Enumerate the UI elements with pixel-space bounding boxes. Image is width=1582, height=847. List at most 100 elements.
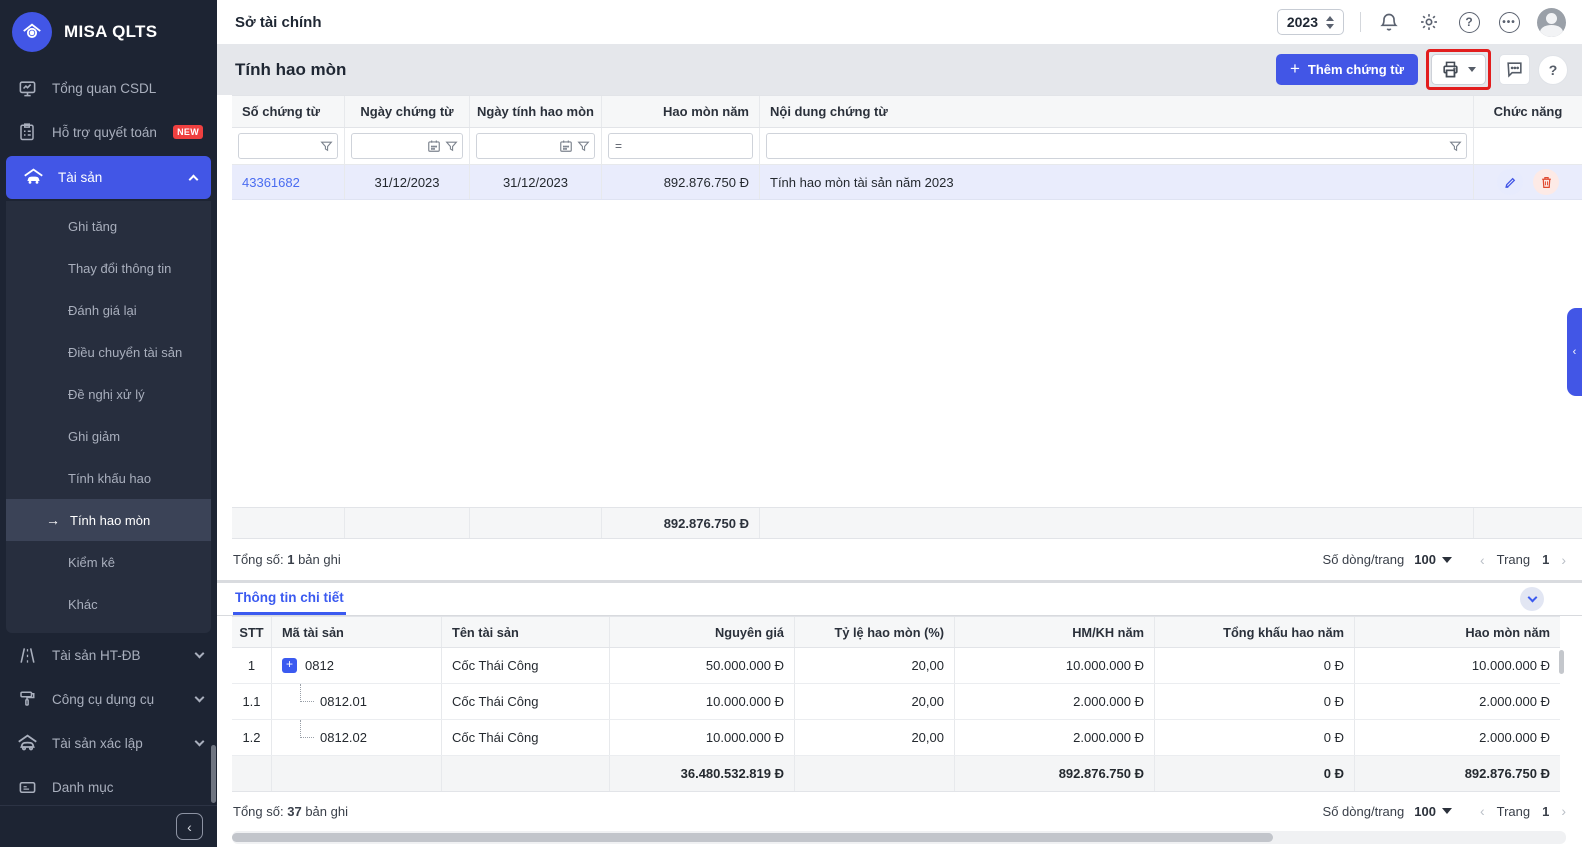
road-icon <box>16 646 38 665</box>
horizontal-scrollbar[interactable] <box>232 831 1566 844</box>
voucher-summary-row: 892.876.750 Đ <box>232 507 1582 539</box>
submenu-item-tinh-khau-hao[interactable]: Tính khấu hao <box>6 457 211 499</box>
expand-plus-icon[interactable]: + <box>282 658 297 673</box>
col-header[interactable]: Ngày chứng từ <box>345 96 470 127</box>
bell-icon <box>1380 13 1398 31</box>
main-content: Sở tài chính 2023 ? ••• Tính hao mòn + T… <box>217 0 1582 847</box>
help-button[interactable]: ? <box>1457 10 1481 34</box>
total-label: Tổng số: <box>233 552 284 567</box>
filter-hao-mon-nam-input[interactable] <box>630 139 748 153</box>
submenu-item-ghi-giam[interactable]: Ghi giảm <box>6 415 211 457</box>
print-dropdown-caret-icon[interactable] <box>1468 67 1476 72</box>
funnel-icon[interactable] <box>445 140 458 153</box>
sidebar-item-label: Công cụ dụng cụ <box>52 691 155 707</box>
col-header[interactable]: Ngày tính hao mòn <box>470 96 602 127</box>
scrollbar-thumb[interactable] <box>232 833 1273 842</box>
submenu-item-thay-doi-thong-tin[interactable]: Thay đổi thông tin <box>6 247 211 289</box>
sidebar-item-tai-san[interactable]: Tài sản <box>6 156 211 199</box>
submenu-item-dieu-chuyen-tai-san[interactable]: Điều chuyển tài sản <box>6 331 211 373</box>
detail-table-header: STT Mã tài sản Tên tài sản Nguyên giá Tỷ… <box>232 616 1560 648</box>
submenu-item-ghi-tang[interactable]: Ghi tăng <box>6 205 211 247</box>
sidebar-item-cong-cu-dung-cu[interactable]: Công cụ dụng cụ <box>0 677 217 721</box>
chevron-down-icon <box>1527 592 1537 603</box>
sidebar-item-label: Tài sản xác lập <box>52 735 143 751</box>
filter-ngay-chung-tu-input[interactable] <box>358 139 423 153</box>
filter-ngay-tinh-hao-mon-input[interactable] <box>483 139 555 153</box>
sidebar-item-tong-quan-csdl[interactable]: Tổng quan CSDL <box>0 66 217 110</box>
col-header[interactable]: Số chứng từ <box>232 96 345 127</box>
submenu-item-tinh-hao-mon-active[interactable]: → Tính hao mòn <box>6 499 211 541</box>
sidebar-item-ho-tro-quyet-toan[interactable]: Hỗ trợ quyết toán NEW <box>0 110 217 154</box>
funnel-icon[interactable] <box>1449 140 1462 153</box>
user-avatar[interactable] <box>1537 7 1566 37</box>
col-header[interactable]: Tên tài sản <box>442 617 610 647</box>
misa-logo-icon <box>12 12 52 52</box>
col-header[interactable]: Hao mòn năm <box>602 96 760 127</box>
page-help-button[interactable]: ? <box>1538 54 1568 85</box>
add-voucher-button[interactable]: + Thêm chứng từ <box>1275 54 1418 85</box>
filter-noi-dung-input[interactable] <box>773 139 1445 153</box>
sidebar-item-label: Tổng quan CSDL <box>52 80 157 96</box>
trash-icon <box>1541 176 1551 188</box>
funnel-icon[interactable] <box>320 140 333 153</box>
sidebar-scrollbar[interactable] <box>211 745 216 803</box>
asset-submenu: Ghi tăng Thay đổi thông tin Đánh giá lại… <box>6 201 211 633</box>
annotation-highlight-box <box>1426 49 1491 90</box>
col-header[interactable]: Mã tài sản <box>272 617 442 647</box>
prev-page-button[interactable]: ‹ <box>1480 552 1485 568</box>
calendar-icon[interactable] <box>559 139 573 153</box>
detail-collapse-button[interactable] <box>1520 587 1544 611</box>
filter-hao-mon-nam: = <box>608 133 753 159</box>
year-selector[interactable]: 2023 <box>1276 9 1344 35</box>
sidebar-item-danh-muc[interactable]: Danh mục <box>0 765 217 809</box>
print-split-button[interactable] <box>1431 54 1486 85</box>
feedback-button[interactable] <box>1499 54 1530 85</box>
sidebar-item-tai-san-ht-db[interactable]: Tài sản HT-ĐB <box>0 633 217 677</box>
total-tong-khau-hao: 0 Đ <box>1155 756 1355 791</box>
voucher-row-selected[interactable]: 43361682 31/12/2023 31/12/2023 892.876.7… <box>232 165 1582 200</box>
submenu-item-danh-gia-lai[interactable]: Đánh giá lại <box>6 289 211 331</box>
sidebar-collapse-button[interactable]: ‹ <box>176 813 203 840</box>
notifications-button[interactable] <box>1377 10 1401 34</box>
delete-button[interactable] <box>1533 169 1559 195</box>
voucher-table-header: Số chứng từ Ngày chứng từ Ngày tính hao … <box>232 95 1582 128</box>
calendar-icon[interactable] <box>427 139 441 153</box>
submenu-item-khac[interactable]: Khác <box>6 583 211 625</box>
filter-so-chung-tu-input[interactable] <box>245 139 316 153</box>
col-header[interactable]: Nội dung chứng từ <box>760 96 1474 127</box>
col-header[interactable]: STT <box>232 617 272 647</box>
detail-row[interactable]: 1.1 0812.01 Cốc Thái Công 10.000.000 Đ 2… <box>232 684 1560 720</box>
year-spinner-icon[interactable] <box>1326 15 1334 29</box>
settings-button[interactable] <box>1417 10 1441 34</box>
next-page-button[interactable]: › <box>1561 552 1566 568</box>
equals-operator[interactable]: = <box>615 139 626 153</box>
records-suffix: bản ghi <box>298 552 341 567</box>
prev-page-button[interactable]: ‹ <box>1480 803 1485 819</box>
current-page: 1 <box>1542 552 1550 567</box>
per-page-select[interactable]: 100 <box>1414 804 1452 819</box>
col-header[interactable]: HM/KH năm <box>955 617 1155 647</box>
side-panel-toggle[interactable]: ‹ <box>1567 308 1582 396</box>
detail-vertical-scrollbar[interactable] <box>1559 650 1564 674</box>
more-button[interactable]: ••• <box>1497 10 1521 34</box>
divider <box>1360 12 1361 32</box>
asset-name: Cốc Thái Công <box>442 648 610 683</box>
sidebar-item-label: Tài sản <box>58 170 103 185</box>
submenu-item-kiem-ke[interactable]: Kiểm kê <box>6 541 211 583</box>
detail-row[interactable]: 1 + 0812 Cốc Thái Công 50.000.000 Đ 20,0… <box>232 648 1560 684</box>
detail-row[interactable]: 1.2 0812.02 Cốc Thái Công 10.000.000 Đ 2… <box>232 720 1560 756</box>
submenu-item-de-nghi-xu-ly[interactable]: Đề nghị xử lý <box>6 373 211 415</box>
sidebar-item-tai-san-xac-lap[interactable]: Tài sản xác lập <box>0 721 217 765</box>
edit-button[interactable] <box>1497 169 1523 195</box>
voucher-number-link[interactable]: 43361682 <box>242 175 300 190</box>
next-page-button[interactable]: › <box>1561 803 1566 819</box>
asset-code: 0812.02 <box>320 730 367 745</box>
total-hao-mon-nam: 892.876.750 Đ <box>1464 766 1550 781</box>
col-header[interactable]: Tỷ lệ hao mòn (%) <box>795 617 955 647</box>
col-header[interactable]: Tổng khấu hao năm <box>1155 617 1355 647</box>
col-header[interactable]: Hao mòn năm <box>1355 617 1560 647</box>
col-header[interactable]: Nguyên giá <box>610 617 795 647</box>
per-page-select[interactable]: 100 <box>1414 552 1452 567</box>
funnel-icon[interactable] <box>577 140 590 153</box>
tab-thong-tin-chi-tiet[interactable]: Thông tin chi tiết <box>233 582 346 615</box>
